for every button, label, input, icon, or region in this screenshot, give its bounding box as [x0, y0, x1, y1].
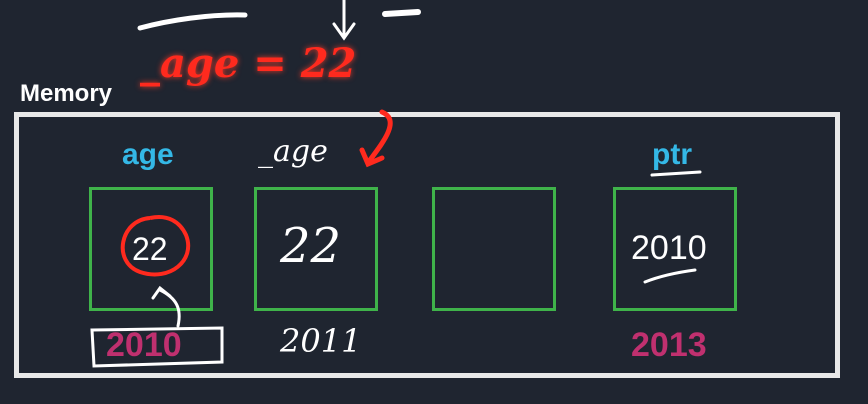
- ptr-underline: [650, 170, 702, 177]
- diagram-stage: _age = 22 Memory age _age ptr 22 22 2010…: [0, 0, 868, 404]
- red-circle-icon: [120, 215, 190, 277]
- address-box-scribble: [90, 326, 224, 368]
- top-scribble-left: [137, 12, 248, 31]
- white-pointer-arrow-icon: [151, 285, 181, 328]
- top-scribble-right: [382, 9, 421, 17]
- top-arrow-icon: [332, 0, 356, 41]
- annotation-strokes: [90, 0, 702, 368]
- value-underline: [643, 268, 697, 284]
- red-arrow-icon: [359, 109, 393, 168]
